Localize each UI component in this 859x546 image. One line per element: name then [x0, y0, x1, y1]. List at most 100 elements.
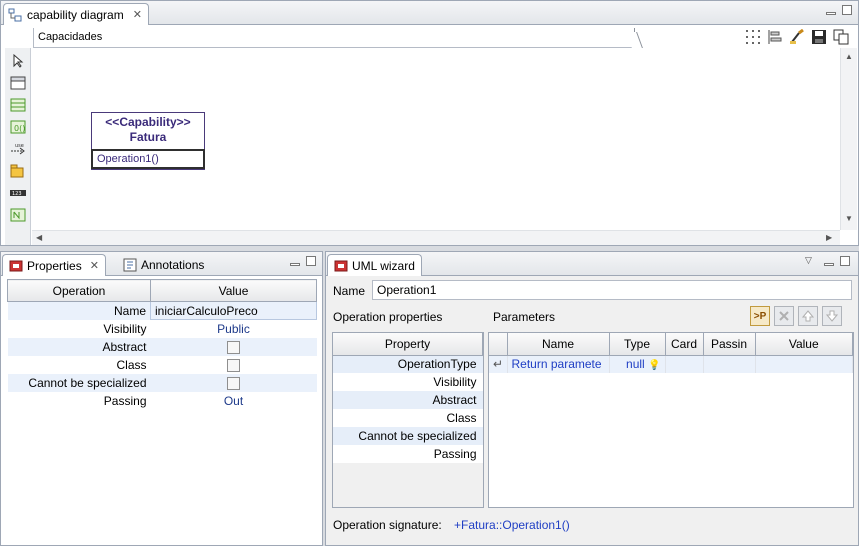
table-row[interactable]: Passing [333, 445, 483, 463]
association-tool-icon[interactable]: 123 [10, 186, 26, 200]
class-checkbox[interactable] [227, 358, 240, 372]
diagram-editor: capability diagram ✕ Capacidades 0() use… [0, 0, 859, 246]
capability-element[interactable]: <<Capability>> Fatura Operation1() [91, 112, 205, 170]
return-arrow-icon: ↵ [489, 355, 508, 373]
param-name-header: Name [507, 333, 610, 356]
param-name-cell[interactable]: Return paramete [507, 355, 610, 373]
param-passing-cell[interactable] [703, 355, 756, 373]
properties-header-row: Operation Value [7, 279, 317, 302]
table-row[interactable]: Visibility Public [8, 320, 317, 338]
tab-uml-wizard[interactable]: UML wizard [327, 254, 422, 276]
row-label: Abstract [7, 337, 151, 356]
delete-parameter-button[interactable] [774, 306, 794, 326]
maximize-icon[interactable] [842, 5, 852, 15]
operation-properties-label: Operation properties [333, 310, 443, 324]
note-tool-icon[interactable] [10, 208, 26, 222]
move-down-button[interactable] [822, 306, 842, 326]
tab-annotations[interactable]: Annotations [117, 254, 210, 276]
op-property-label: Cannot be specialized [333, 427, 483, 445]
editor-tabbar: capability diagram ✕ [1, 1, 858, 25]
param-card-header: Card [665, 333, 704, 356]
table-row[interactable]: Passing Out [8, 392, 317, 410]
capability-operation[interactable]: Operation1() [91, 149, 205, 169]
maximize-icon[interactable] [840, 256, 850, 266]
close-icon[interactable]: ✕ [133, 8, 142, 21]
class-cell [151, 356, 317, 374]
table-row[interactable]: Abstract [7, 337, 317, 356]
table-row[interactable]: Cannot be specialized [7, 373, 317, 392]
add-parameter-button[interactable]: >P [750, 306, 770, 326]
cannot-be-specialized-cell [150, 373, 317, 392]
brush-icon[interactable] [789, 28, 805, 45]
abstract-checkbox[interactable] [227, 340, 240, 354]
editor-toolbar [745, 28, 849, 45]
table-row[interactable]: Visibility [333, 373, 483, 391]
tab-uml-wizard-label: UML wizard [352, 258, 415, 273]
table-row[interactable]: Cannot be specialized [333, 427, 483, 445]
move-up-button[interactable] [798, 306, 818, 326]
table-row[interactable]: Class [8, 356, 317, 374]
operation-tool-icon[interactable]: 0() [10, 120, 26, 134]
passing-value[interactable]: Out [151, 392, 317, 410]
table-row[interactable]: Name iniciarCalculoPreco [7, 301, 317, 320]
grid-icon[interactable] [745, 29, 761, 45]
scroll-right-icon[interactable]: ▶ [826, 233, 832, 242]
row-label: Name [7, 301, 151, 320]
diagram-name-field[interactable]: Capacidades [33, 28, 635, 48]
param-card-cell[interactable] [665, 355, 704, 373]
scroll-left-icon[interactable]: ◀ [36, 233, 42, 242]
view-menu-icon[interactable]: ▽ [805, 255, 812, 266]
maximize-icon[interactable] [306, 256, 316, 266]
horizontal-scrollbar[interactable]: ◀ ▶ [32, 230, 840, 245]
cannot-be-specialized-checkbox[interactable] [227, 376, 240, 390]
row-marker-header [489, 333, 508, 356]
op-property-label: Abstract [333, 391, 483, 409]
op-property-label: Visibility [333, 373, 483, 391]
param-value-cell[interactable] [755, 355, 853, 373]
align-icon[interactable] [767, 29, 783, 45]
param-type-cell[interactable]: null 💡 [609, 355, 666, 373]
table-row[interactable]: OperationType [333, 355, 483, 373]
capability-tool-icon[interactable] [10, 76, 26, 90]
annotations-icon [123, 258, 137, 272]
class-tool-icon[interactable] [10, 98, 26, 112]
abstract-cell [150, 337, 317, 356]
minimize-icon[interactable] [290, 263, 300, 266]
uml-wizard-view: UML wizard ▽ Name Operation1 Operation p… [325, 251, 859, 546]
parameters-label: Parameters [493, 310, 556, 324]
svg-text:0(): 0() [14, 124, 25, 133]
dependency-tool-icon[interactable]: use [10, 142, 26, 156]
table-row[interactable]: Abstract [333, 391, 483, 409]
visibility-value[interactable]: Public [151, 320, 317, 338]
lightbulb-icon[interactable]: 💡 [648, 360, 660, 371]
property-column-header: Property [333, 333, 483, 356]
scroll-up-icon[interactable]: ▲ [845, 52, 853, 61]
capability-header: <<Capability>> Fatura [92, 113, 204, 149]
copy-icon[interactable] [833, 29, 849, 45]
operation-signature-value: +Fatura::Operation1() [454, 518, 570, 532]
package-tool-icon[interactable] [10, 164, 26, 178]
parameters-table: Name Type Card Passin Value ↵ Return par… [488, 332, 854, 508]
minimize-icon[interactable] [826, 12, 836, 15]
op-property-label: OperationType [333, 355, 483, 373]
scroll-down-icon[interactable]: ▼ [845, 214, 853, 223]
table-row[interactable]: Class [333, 409, 483, 427]
vertical-scrollbar[interactable]: ▲ ▼ [840, 48, 857, 230]
parameters-header-row: Name Type Card Passin Value [489, 333, 853, 356]
tab-capability-diagram[interactable]: capability diagram ✕ [3, 3, 149, 25]
minimize-icon[interactable] [824, 263, 834, 266]
param-type-value: null [626, 357, 645, 372]
select-pointer-icon[interactable] [10, 53, 26, 68]
wizard-tabbar: UML wizard ▽ [326, 252, 858, 276]
tab-properties[interactable]: Properties ✕ [2, 254, 106, 276]
table-row[interactable]: ↵ Return paramete null 💡 [489, 355, 853, 373]
save-icon[interactable] [811, 29, 827, 45]
parameter-toolbar: >P [750, 306, 842, 326]
name-value-field[interactable]: iniciarCalculoPreco [150, 301, 317, 320]
close-icon[interactable]: ✕ [90, 259, 99, 272]
operation-name-input[interactable]: Operation1 [372, 280, 852, 300]
uml-wizard-icon [334, 259, 348, 273]
row-label: Class [116, 357, 147, 372]
editor-window-controls [826, 5, 852, 15]
diagram-canvas[interactable]: <<Capability>> Fatura Operation1() [32, 48, 840, 230]
